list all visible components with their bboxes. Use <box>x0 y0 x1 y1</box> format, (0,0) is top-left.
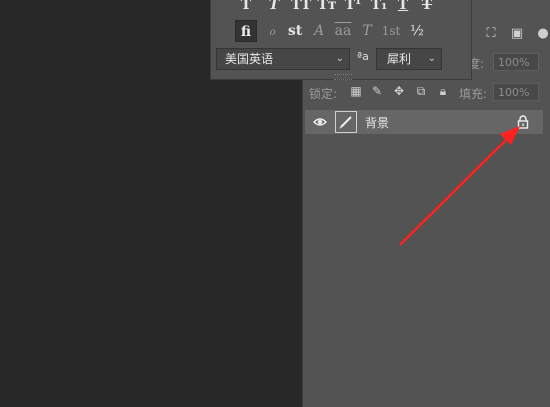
lock-label: 锁定: <box>309 87 338 101</box>
subscript-button[interactable]: T₁ <box>369 0 389 14</box>
lock-transparent-pixels-icon[interactable]: ▦ <box>348 83 364 99</box>
faux-bold-button[interactable]: T <box>236 0 256 14</box>
antialias-select[interactable]: 犀利 ⌄ <box>376 48 442 70</box>
fill-label: 填充: <box>459 87 488 101</box>
brush-icon <box>339 116 352 129</box>
strikethrough-button[interactable]: T <box>417 0 437 14</box>
layer-name[interactable]: 背景 <box>365 114 389 131</box>
language-value: 美国英语 <box>225 52 274 66</box>
layer-row-background[interactable]: 背景 <box>305 110 543 134</box>
chevron-down-icon: ⌄ <box>335 53 344 64</box>
opentype-buttons: fi ℴ st A aa T 1st ½ <box>231 18 461 42</box>
swash-button[interactable]: A <box>308 20 330 42</box>
lock-icon <box>517 115 529 129</box>
lock-position-icon[interactable]: ✥ <box>391 83 407 99</box>
opacity-input[interactable]: 100% <box>493 53 539 71</box>
layer-thumbnail <box>335 111 357 133</box>
antialias-value: 犀利 <box>387 52 412 66</box>
all-caps-button[interactable]: TT <box>291 0 311 14</box>
titling-alternates-button[interactable]: T <box>356 20 378 42</box>
standard-ligatures-button[interactable]: fi <box>235 20 257 42</box>
antialias-icon: ªa <box>357 50 369 63</box>
lock-artboard-icon[interactable]: ⧉ <box>413 83 429 99</box>
chevron-down-icon: ⌄ <box>427 53 436 64</box>
lock-all-icon[interactable]: 🔒︎ <box>435 83 451 99</box>
eye-icon[interactable] <box>313 116 327 128</box>
small-caps-button[interactable]: Tт <box>317 0 337 14</box>
contextual-alternates-button[interactable]: ℴ <box>261 20 283 42</box>
stylistic-alternates-button[interactable]: aa <box>332 20 354 42</box>
fractions-button[interactable]: ½ <box>406 20 428 42</box>
ordinals-button[interactable]: 1st <box>380 20 402 42</box>
faux-italic-button[interactable]: T <box>264 0 284 14</box>
filter-shape-icon[interactable]: ⛶ <box>483 26 499 42</box>
filter-smart-object-icon[interactable]: ▣ <box>509 26 525 42</box>
superscript-button[interactable]: T¹ <box>343 0 363 14</box>
fill-input[interactable]: 100% <box>493 83 539 101</box>
language-select[interactable]: 美国英语 ⌄ <box>216 48 350 70</box>
lock-image-pixels-icon[interactable]: ✎ <box>369 83 385 99</box>
type-style-buttons: T T TT Tт T¹ T₁ T T <box>231 0 461 14</box>
character-panel: T T TT Tт T¹ T₁ T T fi ℴ st A aa T 1st ½… <box>210 0 472 80</box>
lock-row: 锁定: ▦ ✎ ✥ ⧉ 🔒︎ 填充: 100% <box>303 80 550 104</box>
panel-resize-grip[interactable] <box>334 74 352 80</box>
discretionary-ligatures-button[interactable]: st <box>284 20 306 42</box>
filter-toggle-icon[interactable]: ● <box>535 26 550 42</box>
underline-button[interactable]: T <box>393 0 413 14</box>
